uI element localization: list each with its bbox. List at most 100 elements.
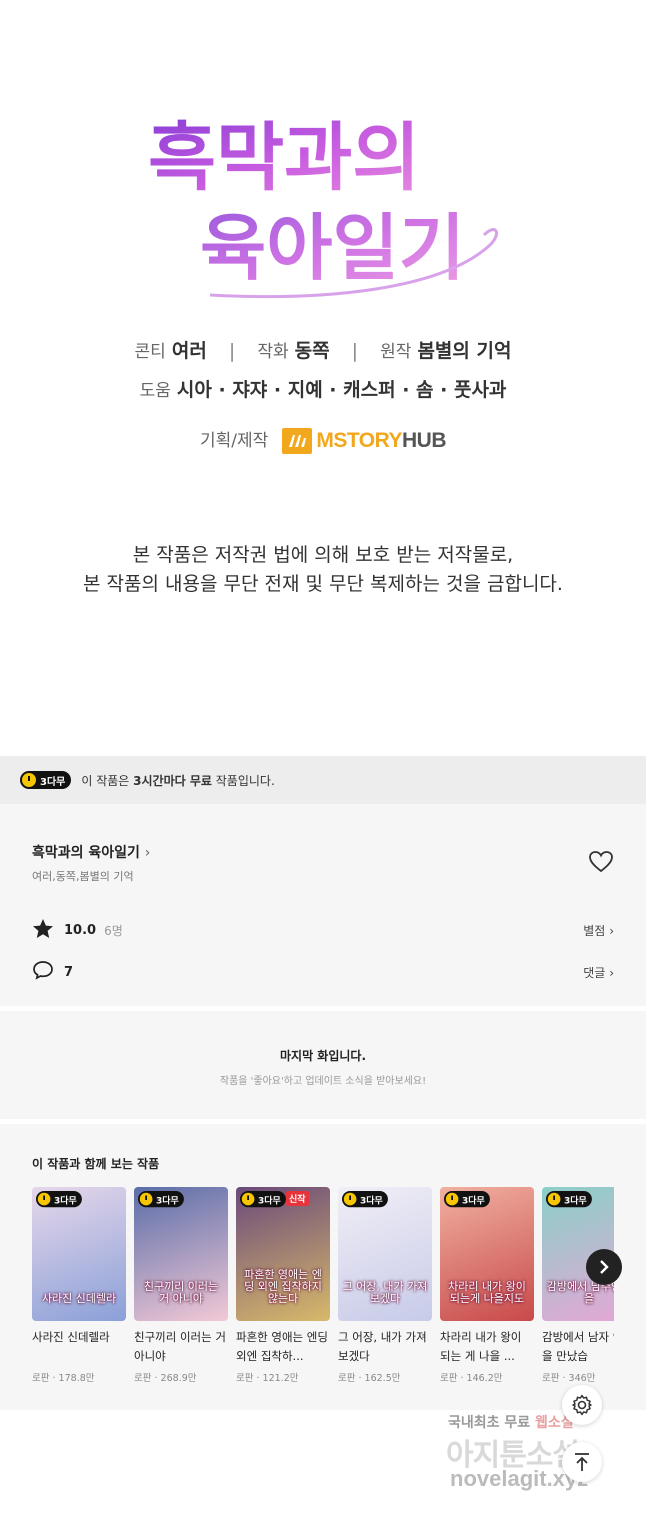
star-icon: [32, 918, 54, 943]
rating-row: 10.0 6명 별점 ›: [32, 918, 614, 942]
badge-label: 3다무: [40, 776, 66, 788]
studio-logo: MSTORYHUB: [282, 427, 447, 454]
recommend-meta: 로판 · 121.2만: [236, 1373, 299, 1384]
clock-icon: [241, 1192, 255, 1206]
chevron-right-icon: ›: [144, 845, 151, 861]
recommend-section: 이 작품과 함께 보는 작품 3다무사라진 신데렐라 사라진 신데렐라로판 · 1…: [0, 1124, 646, 1410]
notice-line2: 본 작품의 내용을 무단 전재 및 무단 복제하는 것을 금합니다.: [83, 573, 563, 595]
cover-title: 사라진 신데렐라: [41, 1292, 117, 1305]
wait-free-badge: 3다무: [36, 1191, 83, 1208]
art-label: 작화: [257, 342, 289, 362]
work-authors: 여러,동쪽,봄별의 기억: [32, 870, 134, 883]
recommend-item[interactable]: 3다무차라리 내가 왕이 되는게 나을지도차라리 내가 왕이 되는 게 나을 .…: [440, 1187, 534, 1384]
notice-line1: 본 작품은 저작권 법에 의해 보호 받는 저작물로,: [132, 544, 514, 566]
studio-mark-icon: [282, 427, 313, 454]
recommend-cover: 3다무 신작 파혼한 영애는 엔딩 외엔 집착하지 않는다: [236, 1187, 330, 1321]
badge-label: 3다무: [462, 1195, 485, 1206]
rating-link[interactable]: 별점 ›: [583, 922, 614, 939]
recommend-title: 파혼한 영애는 엔딩 외엔 집착하...: [236, 1330, 328, 1363]
settings-button[interactable]: [562, 1385, 602, 1425]
recommend-title: 그 어장, 내가 가져보겠다: [338, 1330, 427, 1363]
original-name: 봄별의 기억: [417, 340, 512, 362]
comments-link-label: 댓글: [583, 965, 606, 980]
studio-name-a: MSTORY: [316, 428, 403, 452]
arrow-up-icon: [575, 1453, 589, 1471]
cover-title: 차라리 내가 왕이 되는게 나을지도: [448, 1280, 526, 1305]
recommend-item[interactable]: 3다무 그 어장, 내가 가져보겠다그 어장, 내가 가져보겠다로판 · 162.…: [338, 1187, 432, 1384]
info-text-post: 작품입니다.: [211, 773, 275, 788]
last-episode-sub: 작품을 '좋아요'하고 업데이트 소식을 받아보세요!: [219, 1076, 427, 1087]
recommend-title: 차라리 내가 왕이 되는 게 나을 ...: [440, 1330, 522, 1363]
clock-icon: [445, 1192, 459, 1206]
credits-page: 흑막과의 육아일기 콘티 여러 | 작화 동쪽 | 원작 봄별의 기억 도움 시…: [0, 0, 646, 756]
gear-icon: [572, 1394, 592, 1416]
clock-icon: [37, 1192, 51, 1206]
credit-row-main: 콘티 여러 | 작화 동쪽 | 원작 봄별의 기억: [0, 336, 646, 363]
watermark-line2: 아지툰소설: [446, 1438, 580, 1473]
assist-names: 시아 · 쟈쟈 · 지예 · 캐스퍼 · 솜 · 풋사과: [176, 379, 507, 401]
recommend-item[interactable]: 3다무감방에서 남주인공을감방에서 남자 인공을 만났습로판 · 346만: [542, 1187, 614, 1384]
badge-label: 3다무: [360, 1195, 383, 1206]
comments-row: 7 댓글 ›: [32, 960, 614, 984]
badge-label: 3다무: [156, 1195, 179, 1206]
wait-free-badge: 3다무: [546, 1191, 593, 1208]
divider: |: [351, 340, 359, 362]
recommend-item[interactable]: 3다무친구끼리 이러는 거 아니야 친구끼리 이러는 거 아니야로판 · 268.…: [134, 1187, 228, 1384]
cover-title: 파혼한 영애는 엔딩 외엔 집착하지 않는다: [244, 1268, 322, 1305]
chevron-right-icon: ›: [609, 923, 614, 938]
assist-label: 도움: [139, 381, 171, 401]
site-watermark: 국내최초 무료 웹소설 아지툰소설 novelagit.xyz: [440, 1412, 640, 1512]
series-logo: 흑막과의 육아일기: [140, 95, 510, 310]
wait-free-badge: 3다무: [342, 1191, 389, 1208]
badge-label: 3다무: [564, 1195, 587, 1206]
logo-line1: 흑막과의: [148, 115, 420, 201]
recommend-cover: 3다무사라진 신데렐라: [32, 1187, 126, 1321]
comment-count: 7: [64, 964, 74, 980]
last-episode-heading: 마지막 화입니다.: [279, 1049, 367, 1063]
work-title: 흑막과의 육아일기: [32, 845, 140, 861]
free-info-bar: 3다무 이 작품은 3시간마다 무료 작품입니다.: [0, 756, 646, 804]
recommend-cover: 3다무 그 어장, 내가 가져보겠다: [338, 1187, 432, 1321]
recommend-meta: 로판 · 346만: [542, 1373, 596, 1384]
recommend-heading: 이 작품과 함께 보는 작품: [32, 1157, 160, 1171]
credit-row-assist: 도움 시아 · 쟈쟈 · 지예 · 캐스퍼 · 솜 · 풋사과: [0, 375, 646, 402]
work-title-link[interactable]: 흑막과의 육아일기 ›: [32, 842, 150, 862]
recommend-item[interactable]: 3다무 신작 파혼한 영애는 엔딩 외엔 집착하지 않는다 파혼한 영애는 엔딩 외엔…: [236, 1187, 330, 1384]
chevron-right-icon: ›: [609, 965, 614, 980]
rating-count: 6명: [104, 923, 123, 938]
cover-title: 친구끼리 이러는 거 아니야: [143, 1280, 219, 1305]
recommend-title: 감방에서 남자 인공을 만났습: [542, 1330, 614, 1363]
wait-free-badge: 3다무: [444, 1191, 491, 1208]
heart-icon[interactable]: [588, 850, 614, 874]
recommend-item[interactable]: 3다무사라진 신데렐라 사라진 신데렐라로판 · 178.8만: [32, 1187, 126, 1384]
credit-row-produce: 기획/제작 MSTORYHUB: [0, 426, 646, 454]
last-episode-panel: 마지막 화입니다. 작품을 '좋아요'하고 업데이트 소식을 받아보세요!: [0, 1011, 646, 1119]
story-name: 여러: [171, 340, 207, 362]
wait-free-badge: 3다무: [138, 1191, 185, 1208]
recommend-cover: 3다무친구끼리 이러는 거 아니야: [134, 1187, 228, 1321]
recommend-cover: 3다무차라리 내가 왕이 되는게 나을지도: [440, 1187, 534, 1321]
comments-link[interactable]: 댓글 ›: [583, 964, 614, 981]
rating-link-label: 별점: [583, 923, 606, 938]
copyright-notice: 본 작품은 저작권 법에 의해 보호 받는 저작물로, 본 작품의 내용을 무단…: [0, 541, 646, 599]
original-label: 원작: [380, 342, 412, 362]
clock-icon: [139, 1192, 153, 1206]
clock-icon: [547, 1192, 561, 1206]
recommend-meta: 로판 · 146.2만: [440, 1373, 503, 1384]
divider: |: [228, 340, 236, 362]
rating-value: 10.0: [64, 922, 97, 938]
recommend-meta: 로판 · 162.5만: [338, 1373, 401, 1384]
wait-free-badge: 3다무: [20, 771, 72, 789]
watermark-line1: 국내최초 무료 웹소설: [448, 1412, 574, 1432]
art-name: 동쪽: [294, 340, 330, 362]
produce-label: 기획/제작: [199, 431, 269, 451]
new-badge: 신작: [286, 1191, 309, 1206]
recommend-meta: 로판 · 268.9만: [134, 1373, 197, 1384]
carousel-next-button[interactable]: [586, 1249, 622, 1285]
recommend-list: 3다무 사라진 신데렐라 사라진 신데렐라 로판 · 178.8만 3다무 친구끼리 이러…: [32, 1187, 614, 1397]
badge-label: 3다무: [54, 1195, 77, 1206]
scroll-top-button[interactable]: [562, 1442, 602, 1482]
story-label: 콘티: [134, 342, 166, 362]
info-text-pre: 이 작품은: [81, 773, 134, 788]
recommend-meta: 로판 · 178.8만: [32, 1373, 95, 1384]
